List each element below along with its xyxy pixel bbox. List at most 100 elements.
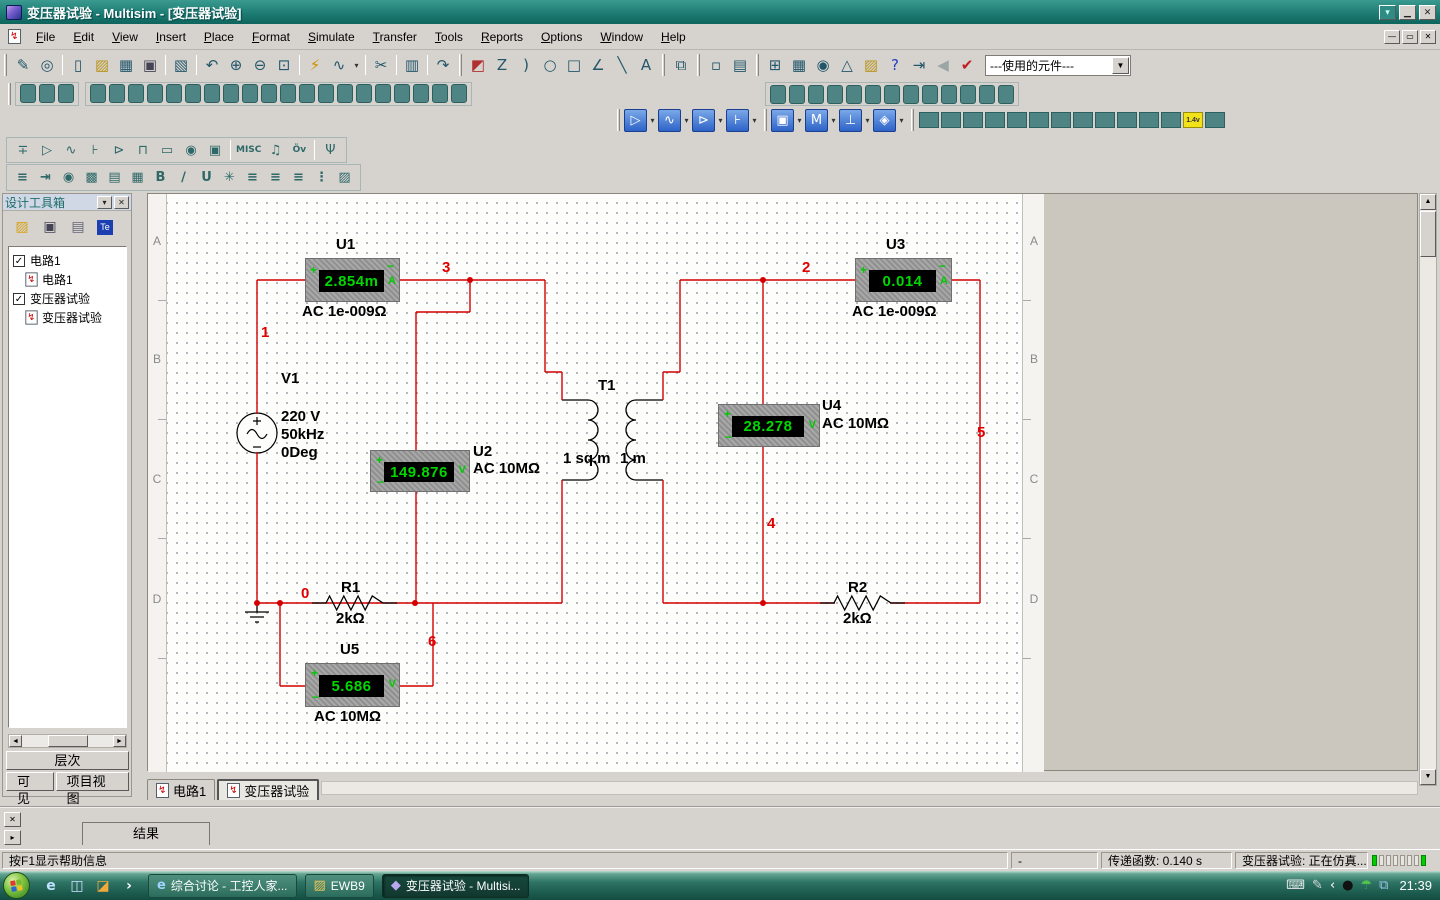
tree-item[interactable]: ✓电路1 [11,251,124,270]
meter-U5[interactable]: 5.686+−V [305,663,400,707]
combo-dropdown-icon[interactable]: ▼ [1112,57,1129,74]
placeholder-icon[interactable] [242,84,258,103]
place-line-button[interactable]: ╲ [610,53,634,77]
color-palette-button[interactable]: ◩ [466,53,490,77]
menu-tools[interactable]: Tools [426,27,472,47]
menu-format[interactable]: Format [243,27,299,47]
toolbar-grip[interactable] [911,109,914,131]
qq-penguin-icon[interactable]: ● [1342,878,1353,893]
toolbar-grip[interactable] [617,109,620,131]
placeholder-icon[interactable] [979,85,995,104]
hierarchy-tab[interactable]: 层次 [6,751,129,770]
erc-check-button[interactable]: ✔ [955,53,979,77]
ie-icon[interactable]: e [42,877,60,895]
scroll-right-icon[interactable]: ► [113,735,126,747]
transistor-family-button[interactable]: ⊦ [726,109,749,132]
graphic-balls-button[interactable]: ◉ [57,167,80,189]
sheet-tab-变压器试验[interactable]: 变压器试验 [217,779,319,800]
tree-item[interactable]: 变压器试验 [11,308,124,327]
placeholder-icon[interactable] [204,84,220,103]
placeholder-icon[interactable] [109,84,125,103]
meter-U3[interactable]: 0.014+−A [855,258,952,302]
hierarchy-button[interactable]: ⊞ [763,53,787,77]
te-tool-icon[interactable]: Te [97,220,113,235]
copy-button[interactable]: ▥ [400,53,424,77]
toolbar-grip[interactable] [8,83,11,105]
open-sample-button[interactable]: ▨ [859,53,883,77]
graphic-lines-button[interactable]: ≡ [11,167,34,189]
spreadsheet-button[interactable]: ▦ [787,53,811,77]
print-button[interactable]: ▦ [114,53,138,77]
list-view-button[interactable]: ▤ [728,53,752,77]
collapse-arrow-icon[interactable]: ‹ [1330,878,1335,893]
expand-icon[interactable]: › [120,877,138,895]
mdi-document-icon[interactable] [8,29,21,44]
measurement-probe-icon[interactable]: 1.4v [1183,112,1203,128]
menu-window[interactable]: Window [591,27,652,47]
zoom-tool-button[interactable]: ◎ [35,53,59,77]
place-arc-button[interactable]: ) [514,53,538,77]
place-ellipse-button[interactable]: ○ [538,53,562,77]
placeholder-icon[interactable] [432,84,448,103]
iv-analyzer-icon[interactable] [1139,112,1159,128]
place-rectangle-button[interactable]: □ [562,53,586,77]
placeholder-icon[interactable] [998,85,1014,104]
results-close-icon[interactable]: ✕ [4,812,21,827]
placeholder-icon[interactable] [941,85,957,104]
mdi-minimize-icon[interactable]: — [1384,30,1400,44]
four-channel-oscilloscope-icon[interactable] [1007,112,1027,128]
save-button[interactable]: ▣ [138,53,162,77]
network-icon[interactable]: ⧉ [1379,878,1388,893]
placeholder-icon[interactable] [90,84,106,103]
placeholder-icon[interactable] [375,84,391,103]
task-button[interactable]: e综合讨论 - 工控人家... [148,874,297,898]
source-family-button[interactable]: ▷ [624,109,647,132]
place-polyline-button[interactable]: ∠ [586,53,610,77]
task-button[interactable]: ◆变压器试验 - Multisi... [382,874,530,898]
open-design-icon[interactable]: ▨ [13,219,31,235]
place-mixed-button[interactable]: Öv [287,139,311,161]
mdi-restore-icon[interactable]: ▭ [1402,30,1418,44]
export-button[interactable]: ⇥ [907,53,931,77]
scroll-up-icon[interactable]: ▲ [1420,194,1436,210]
power-family-dropdown-icon[interactable]: ▾ [862,108,873,132]
scroll-thumb[interactable] [48,735,88,747]
sheet-tab-电路1[interactable]: 电路1 [147,779,215,800]
place-misc-button[interactable]: MISC [234,139,263,161]
place-diode-button[interactable]: ▷ [35,139,59,161]
placeholder-icon[interactable] [128,84,144,103]
text-italic-button[interactable]: ∕ [172,167,195,189]
place-rf-button[interactable]: Ψ [318,139,342,161]
in-use-list-combo[interactable]: ---使用的元件--- ▼ [985,55,1131,76]
placeholder-icon[interactable] [280,84,296,103]
place-ttl-button[interactable]: ⊓ [131,139,155,161]
text-underline-button[interactable]: U [195,167,218,189]
zoom-out-button[interactable]: ⊖ [248,53,272,77]
tree-item[interactable]: ✓变压器试验 [11,289,124,308]
redo-button[interactable]: ↷ [431,53,455,77]
toolbar-grip[interactable] [756,54,759,76]
new-sheet-icon[interactable]: ▤ [69,219,87,235]
placeholder-icon[interactable] [58,84,74,103]
align-left-button[interactable]: ≡ [241,167,264,189]
align-right-button[interactable]: ≡ [287,167,310,189]
scroll-left-icon[interactable]: ◄ [9,735,22,747]
run-simulation-button[interactable]: ⚡ [303,53,327,77]
wattmeter-icon[interactable] [963,112,983,128]
place-electromech-button[interactable]: ◉ [179,139,203,161]
diode-family-button[interactable]: ⊳ [692,109,715,132]
results-tab[interactable]: 结果 [82,822,210,845]
graphic-frame-button[interactable]: ▦ [126,167,149,189]
menu-transfer[interactable]: Transfer [364,27,426,47]
toolbar-grip[interactable] [662,54,665,76]
meter-U2[interactable]: 149.876+−V [370,450,470,492]
grapher-dropdown-icon[interactable]: ▾ [351,53,362,77]
text-color-button[interactable]: ✳ [218,167,241,189]
place-cmos-button[interactable]: ▭ [155,139,179,161]
logic-analyzer-icon[interactable] [1095,112,1115,128]
share-link-button[interactable]: ⧉ [669,53,693,77]
placeholder-icon[interactable] [394,84,410,103]
place-source-button[interactable]: ∓ [11,139,35,161]
canvas-vscrollbar[interactable]: ▲ ▼ [1419,193,1437,786]
folder-orange-icon[interactable]: ◪ [94,877,112,895]
